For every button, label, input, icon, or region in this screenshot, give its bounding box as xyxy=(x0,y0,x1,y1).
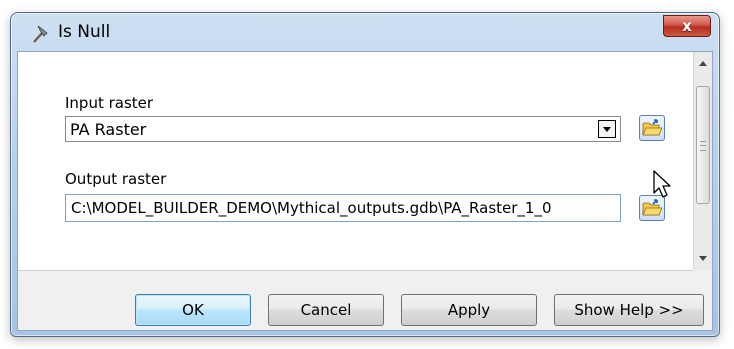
show-help-button[interactable]: Show Help >> xyxy=(554,294,704,326)
window-title: Is Null xyxy=(58,22,111,42)
output-raster-value: C:\MODEL_BUILDER_DEMO\Mythical_outputs.g… xyxy=(71,199,552,217)
close-icon: x xyxy=(682,17,692,35)
chevron-down-icon[interactable] xyxy=(598,120,616,138)
title-bar[interactable]: Is Null x xyxy=(11,13,719,51)
open-folder-icon xyxy=(642,199,663,216)
input-raster-value: PA Raster xyxy=(70,120,147,139)
input-raster-dropdown[interactable]: PA Raster xyxy=(65,116,621,142)
cancel-button[interactable]: Cancel xyxy=(268,294,384,326)
output-raster-label: Output raster xyxy=(65,170,167,188)
vertical-scrollbar[interactable] xyxy=(693,52,712,270)
apply-button[interactable]: Apply xyxy=(401,294,537,326)
output-raster-field[interactable]: C:\MODEL_BUILDER_DEMO\Mythical_outputs.g… xyxy=(65,194,621,222)
close-button[interactable]: x xyxy=(663,15,711,37)
dialog-window: Is Null x Input raster PA Raster Output … xyxy=(10,12,720,337)
ok-button[interactable]: OK xyxy=(135,294,251,326)
scroll-up-icon[interactable] xyxy=(699,61,707,66)
parameters-panel: Input raster PA Raster Output raster C:\… xyxy=(18,52,693,271)
arrow-cursor-icon xyxy=(653,170,671,198)
scroll-down-icon[interactable] xyxy=(699,256,707,261)
hammer-icon xyxy=(33,25,48,43)
scrollbar-thumb[interactable] xyxy=(696,86,710,204)
input-raster-label: Input raster xyxy=(65,94,154,112)
dialog-client-area: Input raster PA Raster Output raster C:\… xyxy=(17,51,713,331)
input-raster-browse-button[interactable] xyxy=(639,115,665,141)
open-folder-icon xyxy=(642,119,663,136)
grip-icon xyxy=(700,141,706,151)
